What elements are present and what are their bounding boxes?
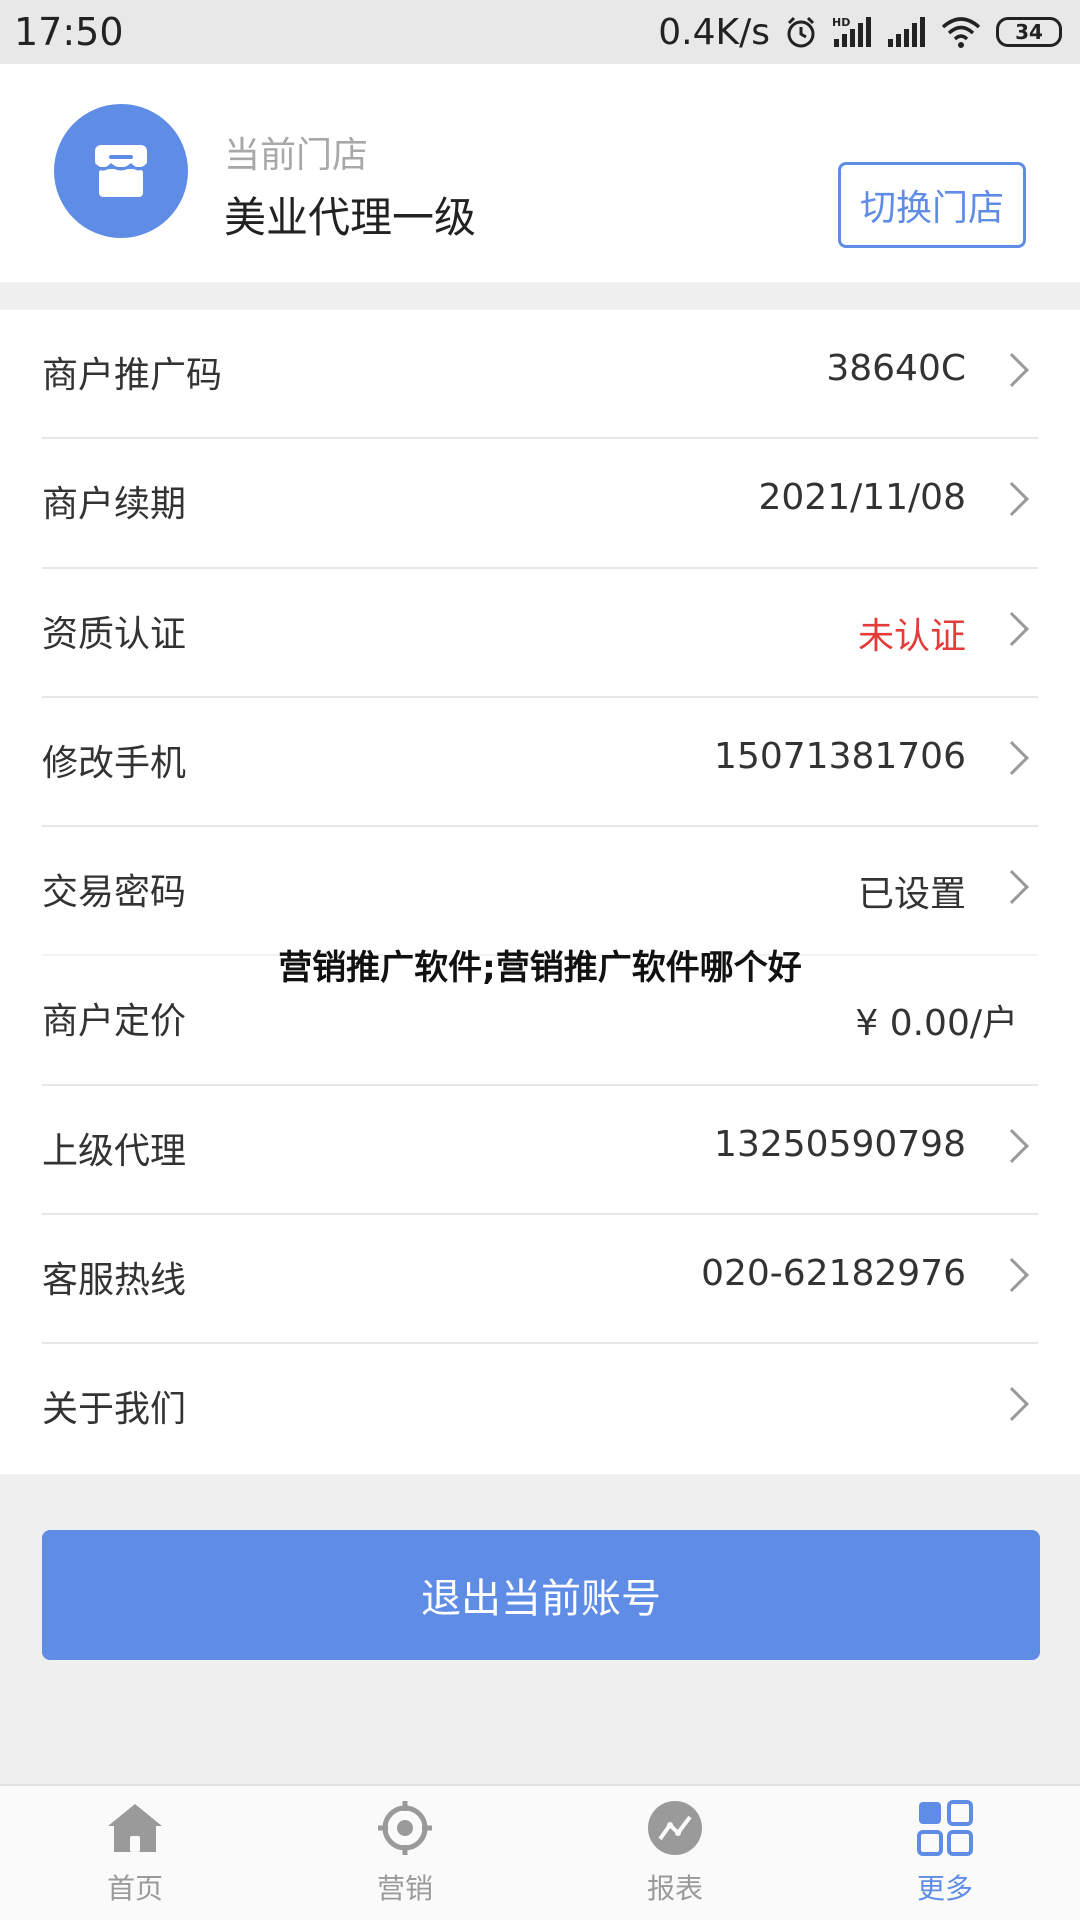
chart-icon — [646, 1799, 704, 1857]
menu-value: 13250590798 — [714, 1123, 966, 1165]
menu-value: 15071381706 — [714, 735, 966, 777]
menu-label: 资质认证 — [42, 613, 187, 655]
wifi-icon — [940, 15, 982, 49]
nav-label: 营销 — [376, 1872, 433, 1905]
nav-item-marketing[interactable]: 营销 — [270, 1786, 540, 1920]
alarm-icon — [784, 15, 818, 49]
signal-icon — [886, 15, 926, 49]
home-icon — [106, 1799, 164, 1857]
grid-icon — [916, 1799, 974, 1857]
nav-label: 报表 — [646, 1872, 703, 1905]
bottom-nav: 首页 营销 报表 更多 — [0, 1784, 1080, 1920]
menu-value: 020-62182976 — [701, 1253, 966, 1295]
chevron-right-icon — [995, 611, 1029, 646]
nav-label: 首页 — [106, 1872, 163, 1905]
hd-signal-icon: HD — [832, 15, 872, 49]
store-header: 当前门店 美业代理一级 切换门店 — [0, 64, 1080, 282]
menu-item-renewal[interactable]: 商户续期 2021/11/08 — [42, 439, 1038, 569]
battery-icon: 34 — [996, 17, 1062, 47]
settings-list: 商户推广码 38640C 商户续期 2021/11/08 资质认证 未认证 修改… — [0, 310, 1080, 1474]
store-icon — [54, 104, 188, 238]
menu-value: ¥ 0.00/户 — [855, 1003, 1018, 1045]
network-speed: 0.4K/s — [658, 11, 770, 53]
switch-store-button[interactable]: 切换门店 — [838, 162, 1026, 248]
chevron-right-icon — [995, 1128, 1029, 1163]
target-icon — [376, 1799, 434, 1857]
chevron-right-icon — [995, 740, 1029, 775]
chevron-right-icon — [995, 482, 1029, 517]
logout-button[interactable]: 退出当前账号 — [42, 1530, 1040, 1660]
menu-label: 上级代理 — [42, 1130, 187, 1172]
store-name: 美业代理一级 — [224, 193, 477, 242]
menu-value: 已设置 — [857, 874, 966, 916]
status-bar: 17:50 0.4K/s HD 34 — [0, 0, 1080, 64]
menu-label: 修改手机 — [42, 742, 187, 784]
menu-value: 2021/11/08 — [758, 477, 967, 519]
menu-item-about-us[interactable]: 关于我们 — [42, 1344, 1038, 1473]
menu-label: 交易密码 — [42, 872, 187, 914]
status-time: 17:50 — [14, 10, 124, 54]
nav-item-home[interactable]: 首页 — [0, 1786, 270, 1920]
menu-item-service-hotline[interactable]: 客服热线 020-62182976 — [42, 1215, 1038, 1345]
overlay-title: 营销推广软件;营销推广软件哪个好 — [0, 934, 1080, 995]
menu-item-upper-agent[interactable]: 上级代理 13250590798 — [42, 1086, 1038, 1216]
store-caption: 当前门店 — [224, 135, 369, 176]
menu-label: 客服热线 — [42, 1260, 187, 1302]
chevron-right-icon — [995, 353, 1029, 387]
status-icons: 0.4K/s HD 34 — [658, 12, 1062, 53]
menu-label: 商户续期 — [42, 484, 187, 526]
menu-label: 商户定价 — [42, 1001, 187, 1043]
chevron-right-icon — [995, 1258, 1029, 1293]
menu-item-change-phone[interactable]: 修改手机 15071381706 — [42, 698, 1038, 828]
chevron-right-icon — [995, 870, 1029, 905]
menu-value: 38640C — [826, 348, 966, 389]
chevron-right-icon — [995, 1387, 1029, 1422]
menu-label: 商户推广码 — [42, 355, 223, 396]
menu-label: 关于我们 — [42, 1389, 187, 1431]
nav-item-more[interactable]: 更多 — [810, 1786, 1080, 1920]
menu-item-certification[interactable]: 资质认证 未认证 — [42, 569, 1038, 698]
nav-item-reports[interactable]: 报表 — [540, 1786, 810, 1920]
svg-text:HD: HD — [832, 16, 850, 29]
nav-label: 更多 — [916, 1872, 973, 1905]
menu-item-promo-code[interactable]: 商户推广码 38640C — [42, 310, 1038, 440]
certification-status: 未认证 — [857, 615, 966, 657]
